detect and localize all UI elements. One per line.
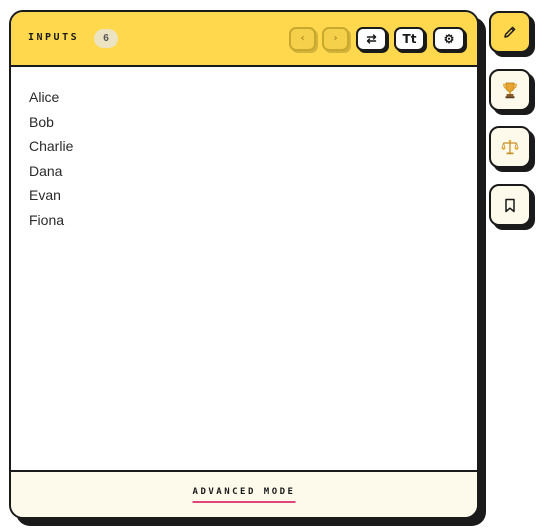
list-item[interactable]: Bob bbox=[29, 110, 73, 135]
list-item[interactable]: Evan bbox=[29, 183, 73, 208]
bookmark-button[interactable] bbox=[489, 184, 531, 226]
trophy-icon bbox=[503, 82, 517, 99]
count-badge: 6 bbox=[94, 29, 118, 48]
text-size-icon: Tt bbox=[402, 32, 417, 46]
bookmark-icon bbox=[505, 198, 515, 212]
list-item[interactable]: Alice bbox=[29, 85, 73, 110]
previous-button[interactable]: ‹ bbox=[289, 27, 316, 51]
swap-arrows-icon: ⇄ bbox=[366, 32, 377, 46]
list-item[interactable]: Charlie bbox=[29, 134, 73, 159]
edit-button[interactable] bbox=[489, 11, 531, 53]
next-button[interactable]: › bbox=[322, 27, 349, 51]
leaderboard-button[interactable] bbox=[489, 69, 531, 111]
list-item[interactable]: Fiona bbox=[29, 208, 73, 233]
swap-button[interactable]: ⇄ bbox=[356, 27, 387, 51]
panel-footer: ADVANCED MODE bbox=[11, 470, 477, 517]
input-list: Alice Bob Charlie Dana Evan Fiona bbox=[29, 85, 73, 233]
pencil-icon bbox=[504, 26, 516, 38]
advanced-mode-link[interactable]: ADVANCED MODE bbox=[192, 487, 296, 503]
compare-button[interactable] bbox=[489, 126, 531, 168]
inputs-panel: INPUTS 6 ‹ › ⇄ Tt ⚙ Alice Bob Charlie Da… bbox=[9, 10, 479, 519]
balance-scale-icon bbox=[501, 139, 519, 155]
list-item[interactable]: Dana bbox=[29, 159, 73, 184]
panel-title: INPUTS bbox=[28, 32, 80, 43]
text-size-button[interactable]: Tt bbox=[394, 27, 425, 51]
panel-header: INPUTS 6 ‹ › ⇄ Tt ⚙ bbox=[11, 12, 477, 67]
chevron-right-icon: › bbox=[333, 33, 338, 44]
settings-button[interactable]: ⚙ bbox=[433, 27, 465, 51]
gear-icon: ⚙ bbox=[443, 32, 455, 46]
chevron-left-icon: ‹ bbox=[300, 33, 305, 44]
